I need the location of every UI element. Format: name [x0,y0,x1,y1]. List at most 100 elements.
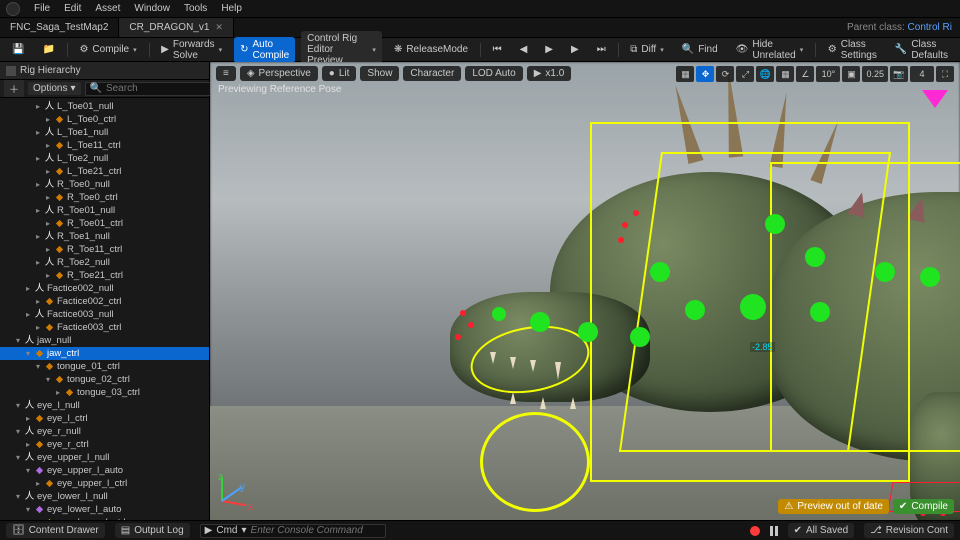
viewport-speed-button[interactable]: ▶x1.0 [527,66,572,81]
hierarchy-row[interactable]: ▾◆tongue_02_ctrl [0,373,209,386]
disclosure-icon[interactable]: ▸ [34,152,42,165]
hierarchy-row[interactable]: ▾人eye_upper_l_null [0,451,209,464]
hierarchy-row[interactable]: ▸人R_Toe1_null [0,230,209,243]
tab-close-icon[interactable]: ✕ [215,22,223,33]
find-button[interactable]: 🔍Find [676,42,724,57]
pause-button[interactable] [770,526,778,536]
disclosure-icon[interactable]: ▸ [24,412,32,425]
preview-outdated-warning[interactable]: ⚠Preview out of date [778,499,889,514]
hierarchy-row[interactable]: ▾人jaw_null [0,334,209,347]
disclosure-icon[interactable]: ▸ [34,230,42,243]
disclosure-icon[interactable]: ▾ [14,490,22,503]
class-defaults-button[interactable]: 🔧Class Defaults [889,37,954,63]
rig-control[interactable] [875,262,895,282]
content-drawer-button[interactable]: 🗄Content Drawer [6,523,105,538]
rig-control[interactable] [492,307,506,321]
all-saved-status[interactable]: ✔All Saved [788,523,855,538]
disclosure-icon[interactable]: ▾ [14,451,22,464]
rig-control[interactable] [740,294,766,320]
menu-file[interactable]: File [34,3,50,14]
hierarchy-row[interactable]: ▸◆L_Toe21_ctrl [0,165,209,178]
diff-button[interactable]: ⧉Diff▾ [624,42,669,57]
hierarchy-row[interactable]: ▸◆R_Toe0_ctrl [0,191,209,204]
menu-window[interactable]: Window [134,3,170,14]
camera-speed-value[interactable]: 4 [910,66,934,82]
menu-tools[interactable]: Tools [184,3,207,14]
hierarchy-row[interactable]: ▸人L_Toe1_null [0,126,209,139]
viewport-lit-button[interactable]: ●Lit [322,66,357,81]
console-input[interactable] [251,525,381,536]
release-mode-button[interactable]: ❋ReleaseMode [388,42,474,57]
tab-map[interactable]: FNC_Saga_TestMap2 [0,18,119,37]
console-command[interactable]: ▶ Cmd▾ [200,524,386,538]
auto-compile-button[interactable]: ↻Auto Compile [234,37,295,63]
rig-joint[interactable] [455,334,461,340]
menu-help[interactable]: Help [221,3,242,14]
add-button[interactable]: ＋ [4,80,24,97]
rig-joint[interactable] [468,322,474,328]
menu-edit[interactable]: Edit [64,3,81,14]
hierarchy-row[interactable]: ▾◆jaw_ctrl [0,347,209,360]
viewport[interactable]: -2.85 x z y ≡ ◈Perspective ●Lit Show Cha… [210,62,960,520]
hierarchy-row[interactable]: ▸◆Factice002_ctrl [0,295,209,308]
revision-control-button[interactable]: ⎇Revision Cont [864,523,954,538]
rig-joint[interactable] [460,310,466,316]
viewport-menu-button[interactable]: ≡ [216,66,236,81]
hierarchy-row[interactable]: ▾◆eye_lower_l_auto [0,503,209,516]
hierarchy-row[interactable]: ▸◆R_Toe21_ctrl [0,269,209,282]
output-log-button[interactable]: ▤Output Log [115,523,190,538]
rig-joint[interactable] [633,210,639,216]
disclosure-icon[interactable]: ▾ [14,334,22,347]
hierarchy-row[interactable]: ▾人eye_l_null [0,399,209,412]
disclosure-icon[interactable]: ▸ [24,438,32,451]
disclosure-icon[interactable]: ▸ [44,165,52,178]
disclosure-icon[interactable]: ▾ [24,503,32,516]
save-button[interactable]: 💾 [6,42,30,57]
disclosure-icon[interactable]: ▸ [24,282,32,295]
disclosure-icon[interactable]: ▸ [34,204,42,217]
rig-control[interactable] [765,214,785,234]
rig-control[interactable] [810,302,830,322]
rig-control[interactable] [920,267,940,287]
snap-angle-button[interactable]: ∠ [796,66,814,82]
scale-tool-button[interactable]: ⤢ [736,66,754,82]
rig-control[interactable] [630,327,650,347]
disclosure-icon[interactable]: ▾ [14,399,22,412]
disclosure-icon[interactable]: ▾ [24,347,32,360]
disclosure-icon[interactable]: ▸ [44,269,52,282]
disclosure-icon[interactable]: ▾ [14,425,22,438]
options-button[interactable]: Options▾ [28,82,81,95]
rotate-tool-button[interactable]: ⟳ [716,66,734,82]
rig-joint[interactable] [622,222,628,228]
hierarchy-row[interactable]: ▸人Factice003_null [0,308,209,321]
select-tool-button[interactable]: ▦ [676,66,694,82]
snap-scale-value[interactable]: 0.25 [862,66,888,82]
disclosure-icon[interactable]: ▸ [44,113,52,126]
browse-button[interactable]: 📁 [36,42,60,57]
disclosure-icon[interactable]: ▸ [34,126,42,139]
compile-button[interactable]: ⚙Compile▾ [73,42,142,57]
disclosure-icon[interactable]: ▸ [44,139,52,152]
hierarchy-tree[interactable]: ▸人L_Toe01_null▸◆L_Toe0_ctrl▸人L_Toe1_null… [0,98,209,520]
hierarchy-row[interactable]: ▸人L_Toe2_null [0,152,209,165]
hierarchy-row[interactable]: ▸◆eye_upper_l_ctrl [0,477,209,490]
translate-tool-button[interactable]: ✥ [696,66,714,82]
viewport-perspective-button[interactable]: ◈Perspective [240,66,318,81]
record-button[interactable] [750,526,760,536]
hide-unrelated-button[interactable]: 👁Hide Unrelated▾ [730,37,810,63]
hierarchy-row[interactable]: ▸人R_Toe0_null [0,178,209,191]
parent-class-link[interactable]: Control Ri [908,22,952,33]
rig-control[interactable] [650,262,670,282]
hierarchy-row[interactable]: ▸人R_Toe01_null [0,204,209,217]
rig-joint[interactable] [618,237,624,243]
timeline-play-button[interactable]: ▶ [539,42,559,57]
disclosure-icon[interactable]: ▸ [34,178,42,191]
disclosure-icon[interactable]: ▸ [44,243,52,256]
viewport-character-button[interactable]: Character [403,66,461,81]
viewport-compile-button[interactable]: ✔Compile [893,499,954,514]
class-settings-button[interactable]: ⚙Class Settings [822,37,883,63]
viewport-maximize-button[interactable]: ⛶ [936,66,954,82]
disclosure-icon[interactable]: ▾ [44,373,52,386]
hierarchy-row[interactable]: ▾◆tongue_01_ctrl [0,360,209,373]
snap-angle-value[interactable]: 10° [816,66,840,82]
